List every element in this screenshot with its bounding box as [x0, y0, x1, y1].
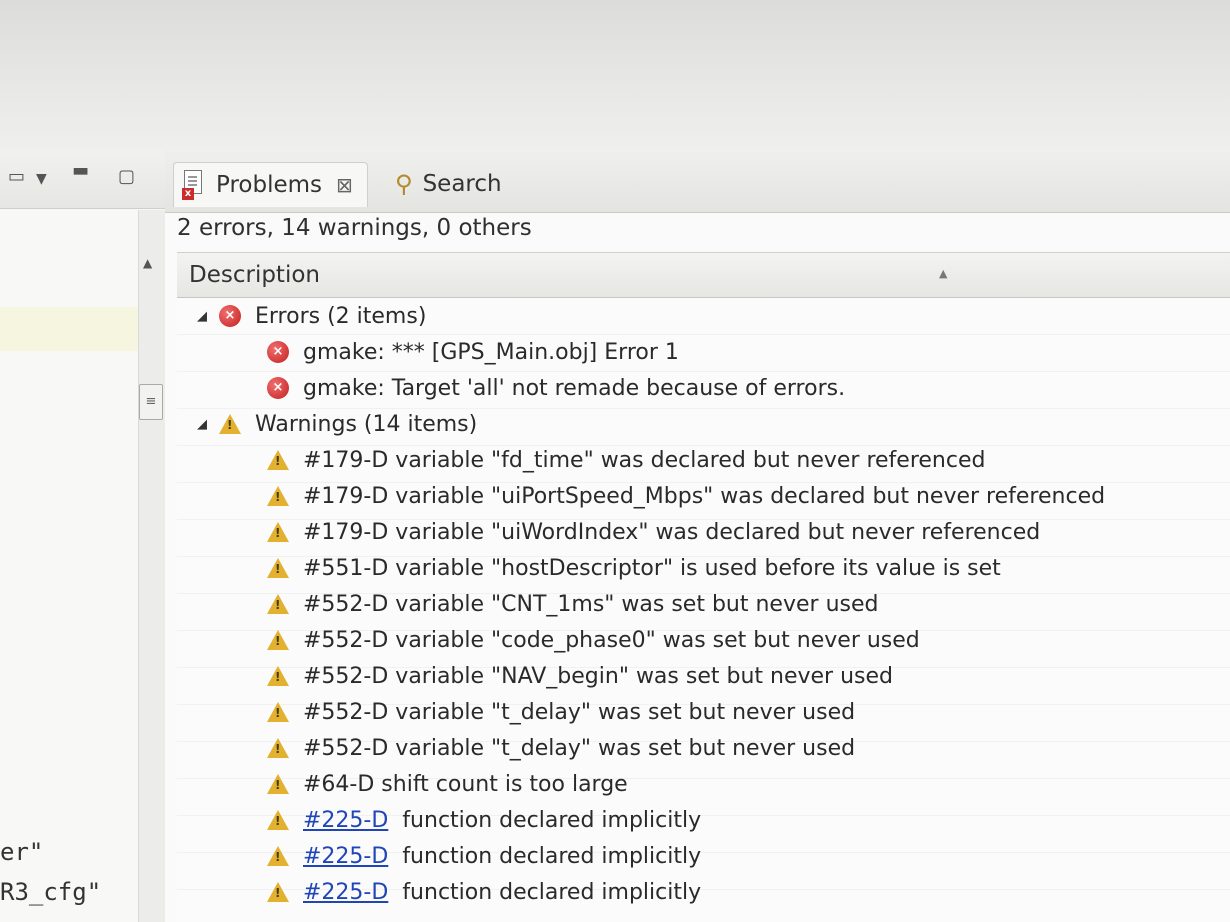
- view-tab-strip: x Problems ⊠ ⚲ Search: [165, 150, 1230, 213]
- error-icon: ×: [267, 341, 289, 363]
- tree-row[interactable]: #179-D variable "uiWordIndex" was declar…: [177, 514, 1230, 550]
- error-icon: ×: [267, 377, 289, 399]
- tree-row[interactable]: #225-D function declared implicitly: [177, 838, 1230, 874]
- warning-icon: [267, 522, 289, 542]
- left-vertical-scrollbar[interactable]: ▲ ≡: [138, 210, 165, 922]
- tree-row[interactable]: #552-D variable "t_delay" was set but ne…: [177, 694, 1230, 730]
- warning-code-link[interactable]: #225-D: [303, 880, 388, 905]
- problem-text: #179-D variable "uiWordIndex" was declar…: [303, 519, 1041, 545]
- code-line: er": [0, 838, 44, 866]
- problem-text: #552-D variable "t_delay" was set but ne…: [303, 699, 856, 725]
- current-line-highlight: [0, 307, 138, 351]
- tree-row[interactable]: #179-D variable "fd_time" was declared b…: [177, 442, 1230, 478]
- tree-row[interactable]: #552-D variable "NAV_begin" was set but …: [177, 658, 1230, 694]
- warning-icon: [267, 630, 289, 650]
- problem-text: #552-D variable "NAV_begin" was set but …: [303, 663, 893, 689]
- tree-group-errors[interactable]: ◢ × Errors (2 items): [177, 298, 1230, 334]
- tree-row[interactable]: #225-D function declared implicitly: [177, 874, 1230, 910]
- tree-row[interactable]: × gmake: Target 'all' not remade because…: [177, 370, 1230, 406]
- problem-text: #552-D variable "t_delay" was set but ne…: [303, 735, 856, 761]
- problem-text: function declared implicitly: [402, 879, 702, 905]
- close-icon[interactable]: ⊠: [336, 173, 353, 197]
- problem-text: #552-D variable "CNT_1ms" was set but ne…: [303, 591, 879, 617]
- problem-text: function declared implicitly: [402, 807, 702, 833]
- scroll-up-arrow-icon[interactable]: ▲: [143, 256, 152, 270]
- warning-icon: [267, 846, 289, 866]
- tree-row[interactable]: #179-D variable "uiPortSpeed_Mbps" was d…: [177, 478, 1230, 514]
- left-view-toolbar: ▭ ▼ ▬ ▢: [0, 150, 165, 209]
- problems-summary: 2 errors, 14 warnings, 0 others: [177, 215, 532, 241]
- problem-text: gmake: Target 'all' not remade because o…: [303, 375, 846, 401]
- tab-search[interactable]: ⚲ Search: [387, 162, 510, 206]
- minimize-icon[interactable]: ▬: [72, 162, 89, 180]
- warning-icon: [267, 810, 289, 830]
- warning-icon: [267, 558, 289, 578]
- tree-row[interactable]: #64-D shift count is too large: [177, 766, 1230, 802]
- warning-icon: [267, 486, 289, 506]
- problem-text: #179-D variable "fd_time" was declared b…: [303, 447, 986, 473]
- monitor-top-area: [0, 0, 1230, 150]
- problem-text: function declared implicitly: [402, 843, 702, 869]
- tree-row[interactable]: #552-D variable "CNT_1ms" was set but ne…: [177, 586, 1230, 622]
- search-icon: ⚲: [395, 170, 413, 198]
- warning-icon: [219, 414, 241, 434]
- tree-row[interactable]: #225-D function declared implicitly: [177, 802, 1230, 838]
- problems-view: x Problems ⊠ ⚲ Search 2 errors, 14 warni…: [165, 150, 1230, 922]
- code-line: R3_cfg": [0, 878, 102, 906]
- warning-icon: [267, 738, 289, 758]
- tree-row[interactable]: #552-D variable "code_phase0" was set bu…: [177, 622, 1230, 658]
- error-icon: ×: [219, 305, 241, 327]
- group-label: Errors (2 items): [255, 303, 427, 329]
- warning-icon: [267, 702, 289, 722]
- warning-icon: [267, 882, 289, 902]
- left-view-content: er" R3_cfg": [0, 210, 138, 922]
- maximize-icon[interactable]: ▢: [118, 168, 135, 186]
- problem-text: #551-D variable "hostDescriptor" is used…: [303, 555, 1001, 581]
- warning-icon: [267, 594, 289, 614]
- tab-problems[interactable]: x Problems ⊠: [173, 162, 368, 207]
- group-label: Warnings (14 items): [255, 411, 478, 437]
- tree-group-warnings[interactable]: ◢ Warnings (14 items): [177, 406, 1230, 442]
- chevron-down-icon[interactable]: ▼: [36, 172, 47, 186]
- warning-icon: [267, 450, 289, 470]
- problem-text: #552-D variable "code_phase0" was set bu…: [303, 627, 920, 653]
- tree-row[interactable]: #552-D variable "t_delay" was set but ne…: [177, 730, 1230, 766]
- warning-code-link[interactable]: #225-D: [303, 844, 388, 869]
- column-header-label: Description: [189, 262, 320, 288]
- view-menu-icon[interactable]: ▭: [8, 168, 25, 186]
- tab-problems-label: Problems: [216, 172, 323, 198]
- warning-icon: [267, 774, 289, 794]
- tree-row[interactable]: × gmake: *** [GPS_Main.obj] Error 1: [177, 334, 1230, 370]
- tab-search-label: Search: [422, 171, 502, 197]
- problem-text: #179-D variable "uiPortSpeed_Mbps" was d…: [303, 483, 1106, 509]
- problems-tree: ◢ × Errors (2 items) × gmake: *** [GPS_M…: [177, 298, 1230, 922]
- warning-icon: [267, 666, 289, 686]
- problems-icon: x: [182, 170, 206, 200]
- scrollbar-thumb[interactable]: ≡: [139, 384, 163, 420]
- expand-triangle-icon[interactable]: ◢: [197, 417, 219, 432]
- expand-triangle-icon[interactable]: ◢: [197, 309, 219, 324]
- sort-arrow-icon: ▲: [939, 267, 948, 280]
- warning-code-link[interactable]: #225-D: [303, 808, 388, 833]
- tree-row[interactable]: #551-D variable "hostDescriptor" is used…: [177, 550, 1230, 586]
- description-column-header[interactable]: Description ▲: [177, 252, 1230, 298]
- left-view-panel: ▭ ▼ ▬ ▢ er" R3_cfg" ▲ ≡: [0, 150, 166, 922]
- problem-text: gmake: *** [GPS_Main.obj] Error 1: [303, 339, 679, 365]
- problem-text: #64-D shift count is too large: [303, 771, 628, 797]
